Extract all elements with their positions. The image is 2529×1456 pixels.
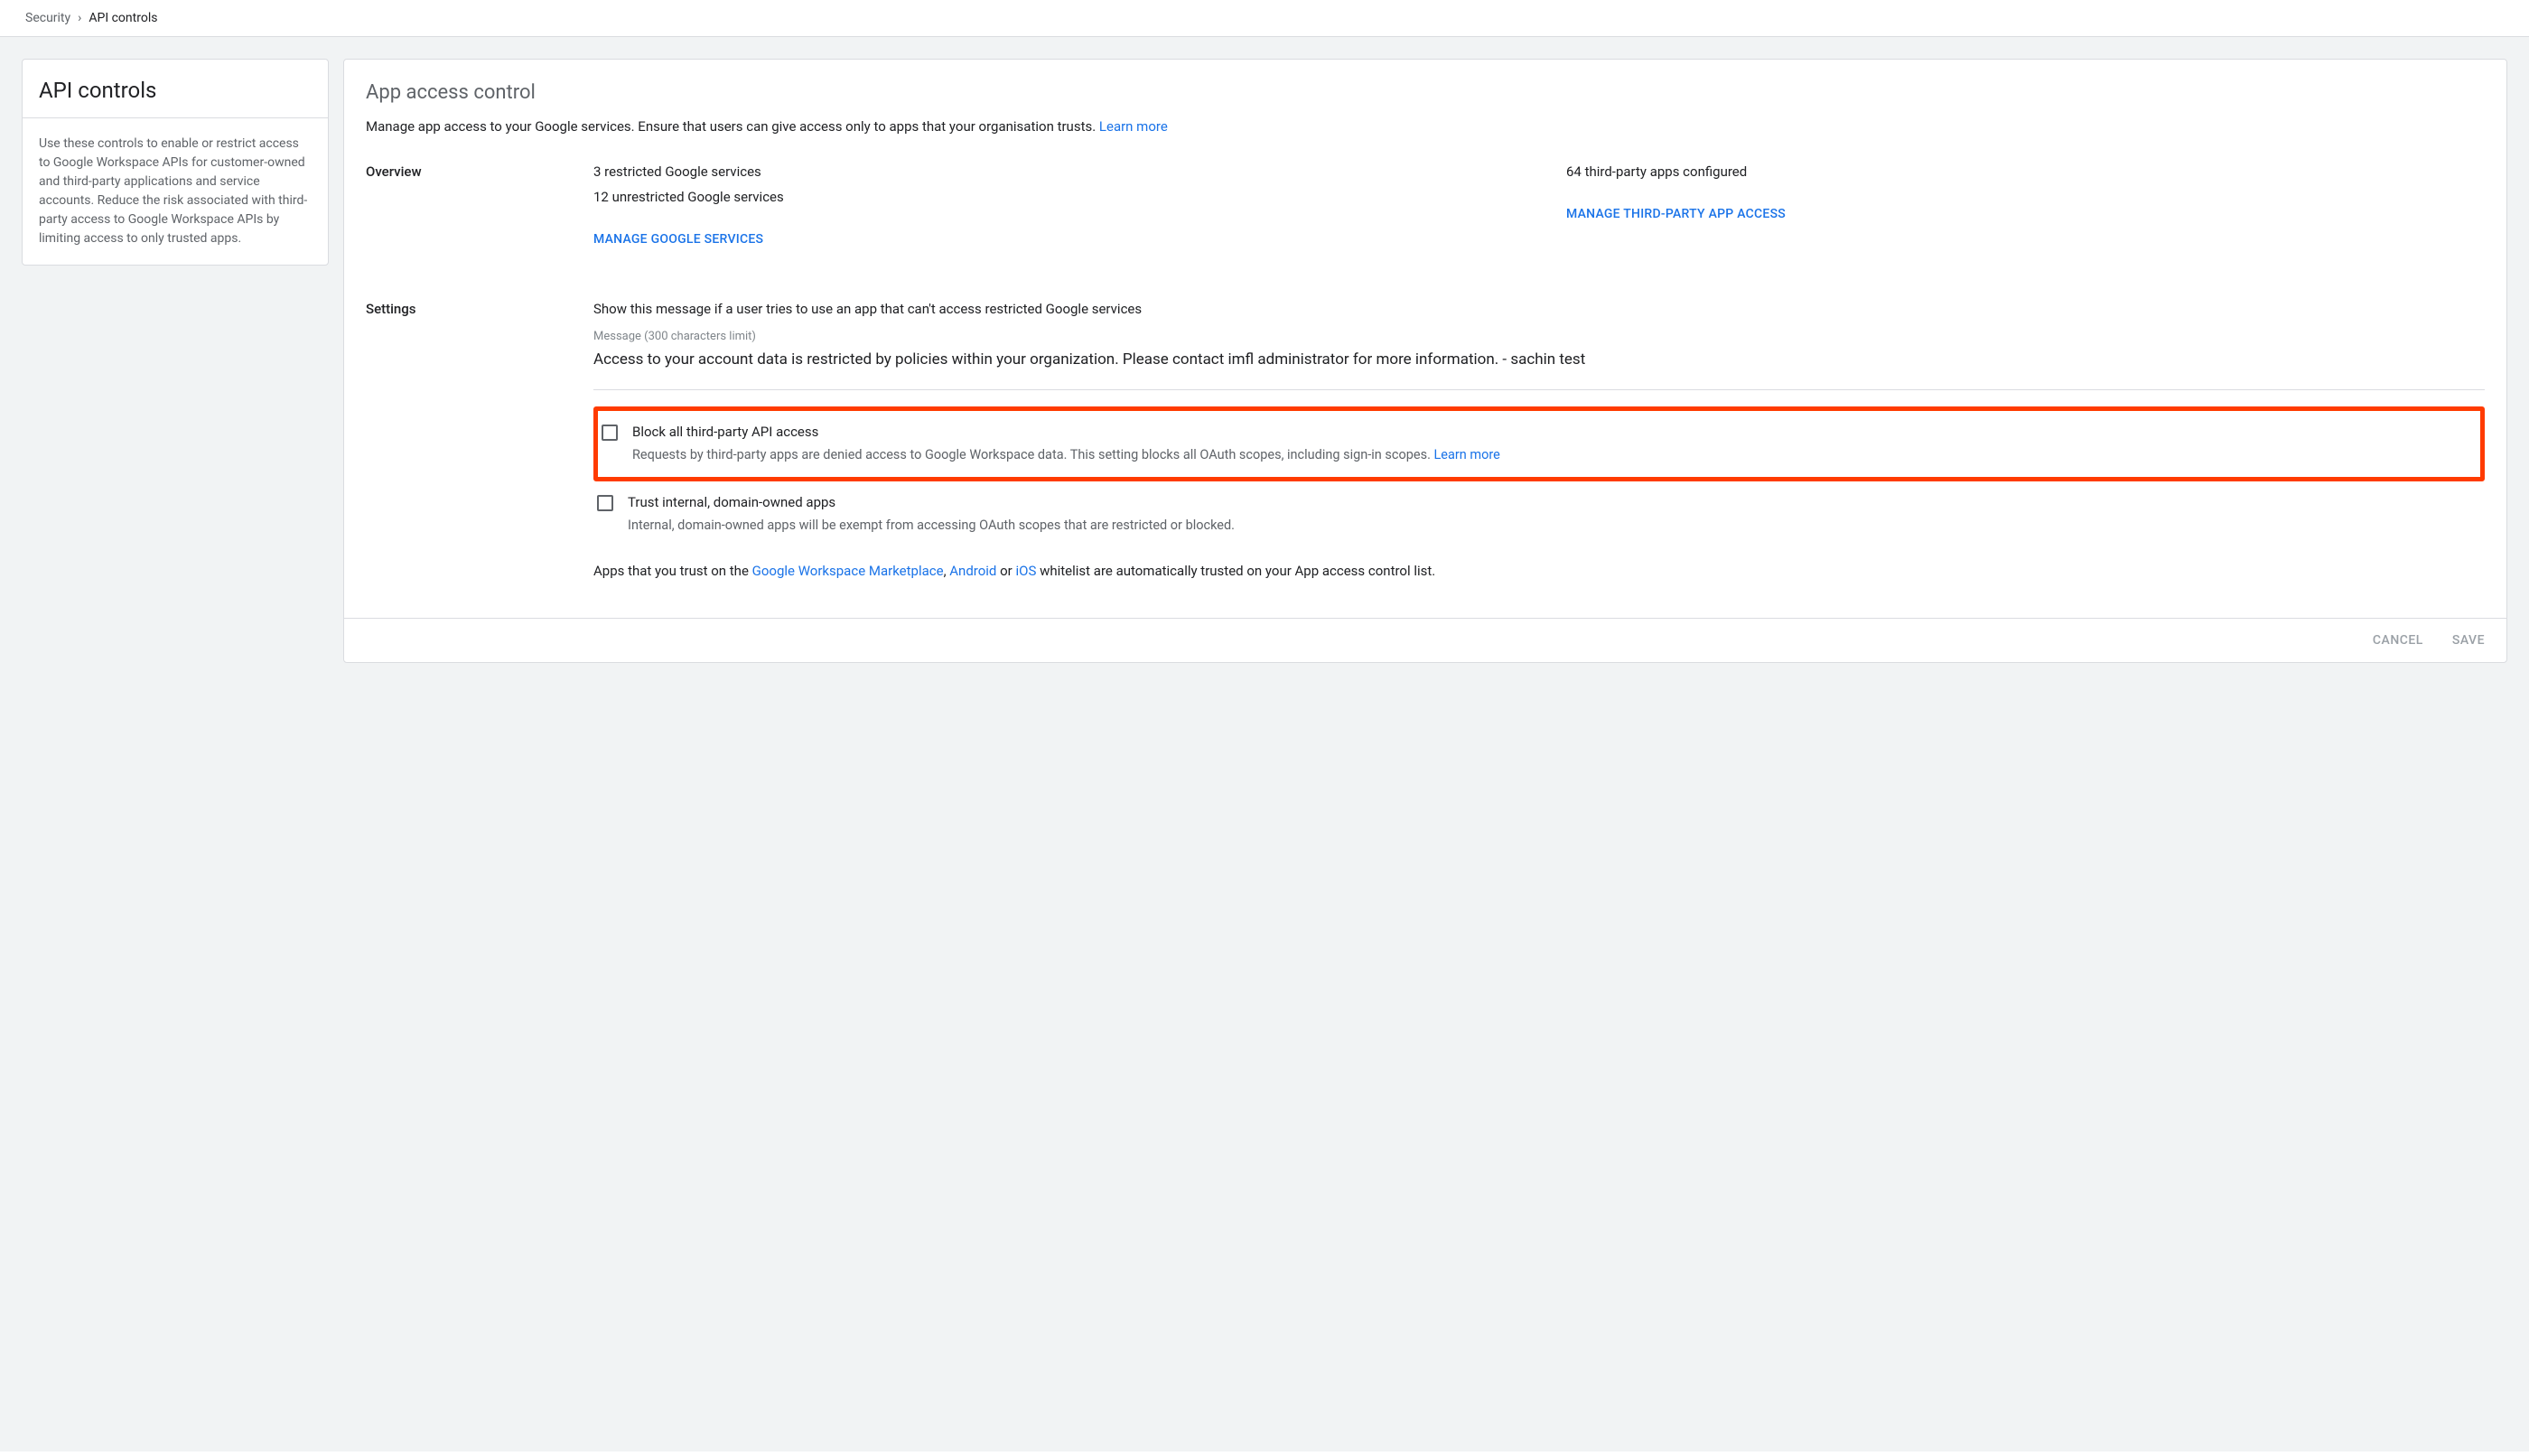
message-instruction: Show this message if a user tries to use… — [593, 301, 2485, 317]
thirdparty-count: 64 third-party apps configured — [1566, 163, 2485, 180]
save-button[interactable]: SAVE — [2452, 633, 2485, 648]
overview-google-services: 3 restricted Google services 12 unrestri… — [593, 163, 1512, 247]
trust-internal-desc: Internal, domain-owned apps will be exem… — [628, 516, 2476, 536]
restricted-count: 3 restricted Google services — [593, 163, 1512, 180]
android-link[interactable]: Android — [949, 563, 996, 579]
block-thirdparty-title: Block all third-party API access — [632, 424, 2471, 440]
footer-bar: CANCEL SAVE — [344, 618, 2506, 662]
manage-thirdparty-link[interactable]: MANAGE THIRD-PARTY APP ACCESS — [1566, 207, 1786, 221]
block-thirdparty-desc: Requests by third-party apps are denied … — [632, 445, 2471, 465]
overview-section: Overview 3 restricted Google services 12… — [366, 163, 2485, 247]
trust-internal-checkbox[interactable] — [597, 495, 613, 511]
breadcrumb: Security › API controls — [0, 0, 2529, 37]
chevron-right-icon: › — [78, 11, 81, 25]
sidebar-description: Use these controls to enable or restrict… — [23, 118, 328, 265]
manage-google-services-link[interactable]: MANAGE GOOGLE SERVICES — [593, 232, 763, 247]
message-hint: Message (300 characters limit) — [593, 330, 2485, 343]
main-card: App access control Manage app access to … — [343, 59, 2507, 663]
trust-note: Apps that you trust on the Google Worksp… — [593, 561, 2485, 582]
sidebar-title: API controls — [23, 60, 328, 118]
sidebar-card: API controls Use these controls to enabl… — [22, 59, 329, 266]
breadcrumb-current: API controls — [89, 11, 157, 25]
message-value[interactable]: Access to your account data is restricte… — [593, 349, 2485, 390]
block-learn-more-link[interactable]: Learn more — [1434, 447, 1500, 462]
overview-label: Overview — [366, 163, 593, 247]
page-title: App access control — [366, 81, 2485, 104]
overview-thirdparty: 64 third-party apps configured MANAGE TH… — [1566, 163, 2485, 247]
subtext-text: Manage app access to your Google service… — [366, 118, 1099, 135]
page-subtext: Manage app access to your Google service… — [366, 118, 2485, 135]
ios-link[interactable]: iOS — [1015, 563, 1036, 579]
block-thirdparty-highlight: Block all third-party API access Request… — [593, 406, 2485, 482]
settings-section: Settings Show this message if a user tri… — [366, 301, 2485, 582]
learn-more-link[interactable]: Learn more — [1099, 118, 1168, 135]
unrestricted-count: 12 unrestricted Google services — [593, 189, 1512, 205]
trust-internal-row: Trust internal, domain-owned apps Intern… — [593, 494, 2485, 536]
marketplace-link[interactable]: Google Workspace Marketplace — [752, 563, 944, 579]
breadcrumb-parent-link[interactable]: Security — [25, 11, 70, 25]
page-body: API controls Use these controls to enabl… — [0, 37, 2529, 1451]
cancel-button[interactable]: CANCEL — [2373, 633, 2423, 648]
settings-label: Settings — [366, 301, 593, 582]
block-thirdparty-checkbox[interactable] — [602, 425, 618, 441]
trust-internal-title: Trust internal, domain-owned apps — [628, 494, 2476, 510]
